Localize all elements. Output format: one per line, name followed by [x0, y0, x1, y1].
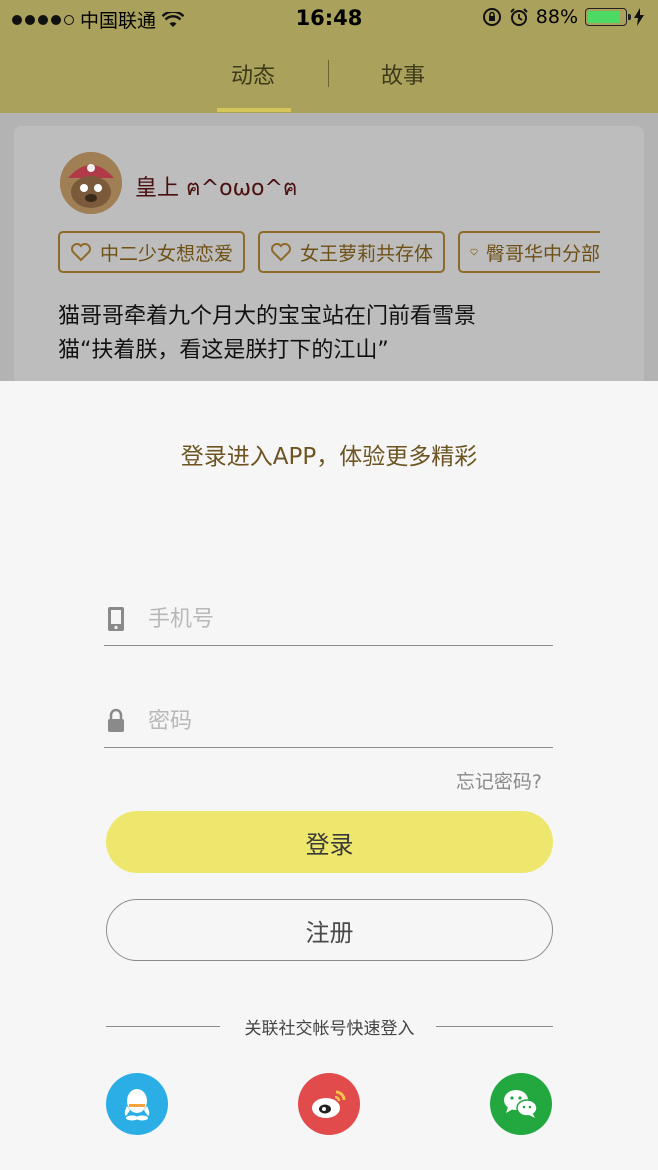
tab-divider [328, 60, 329, 87]
tag-chip[interactable]: 女王萝莉共存体 [258, 231, 445, 273]
tag-label: 臀哥华中分部 [485, 242, 600, 265]
social-login-divider: 关联社交帐号快速登入 [106, 1014, 553, 1039]
avatar[interactable] [60, 152, 122, 214]
phone-icon [108, 607, 124, 631]
weibo-icon [312, 1090, 346, 1118]
heart-icon [71, 243, 91, 262]
tag-label: 女王萝莉共存体 [300, 242, 434, 265]
top-bar: 中国联通 16:48 88% 动态 故事 [0, 0, 658, 113]
alarm-icon [510, 8, 528, 26]
phone-field [104, 596, 553, 646]
heart-icon [271, 243, 291, 262]
login-button[interactable]: 登录 [106, 811, 553, 873]
active-tab-indicator [217, 108, 291, 112]
register-button[interactable]: 注册 [106, 899, 553, 961]
rotation-lock-icon [482, 8, 501, 26]
qq-login-button[interactable] [106, 1073, 168, 1135]
avatar-image [60, 152, 122, 214]
phone-input[interactable] [148, 596, 548, 642]
wechat-icon [504, 1090, 538, 1118]
battery-fill [588, 11, 620, 23]
wechat-login-button[interactable] [490, 1073, 552, 1135]
status-bar: 中国联通 16:48 88% [0, 0, 658, 38]
tag-chip[interactable]: 臀哥华中分部 [458, 231, 600, 273]
lock-icon [108, 708, 124, 732]
weibo-login-button[interactable] [298, 1073, 360, 1135]
login-title: 登录进入APP，体验更多精彩 [180, 444, 478, 470]
tab-story[interactable]: 故事 [381, 58, 425, 90]
heart-icon [470, 248, 478, 256]
divider-line [436, 1026, 553, 1027]
tag-chip[interactable]: 中二少女想恋爱 [58, 231, 245, 273]
login-sheet: 登录进入APP，体验更多精彩 忘记密码? 登录 注册 关联社交帐号快速登入 [0, 381, 658, 1170]
password-input[interactable] [148, 698, 548, 744]
post-line: 猫哥哥牵着九个月大的宝宝站在门前看雪景 [58, 304, 477, 329]
tab-dynamic[interactable]: 动态 [231, 58, 275, 90]
post-username[interactable]: 皇上 ฅ^oωo^ฅ [135, 170, 298, 205]
battery-icon [585, 8, 631, 26]
password-field [104, 698, 553, 748]
post-line: 猫“扶着朕，看这是朕打下的江山” [58, 338, 389, 363]
top-tabs: 动态 故事 [0, 48, 658, 113]
charging-icon [634, 8, 644, 26]
forgot-password-link[interactable]: 忘记密码? [456, 767, 542, 794]
tag-label: 中二少女想恋爱 [100, 242, 234, 265]
status-right: 88% [482, 6, 644, 28]
battery-percent: 88% [535, 6, 578, 28]
qq-icon [124, 1089, 150, 1121]
post-text: 猫哥哥牵着九个月大的宝宝站在门前看雪景 猫“扶着朕，看这是朕打下的江山” [58, 300, 618, 368]
